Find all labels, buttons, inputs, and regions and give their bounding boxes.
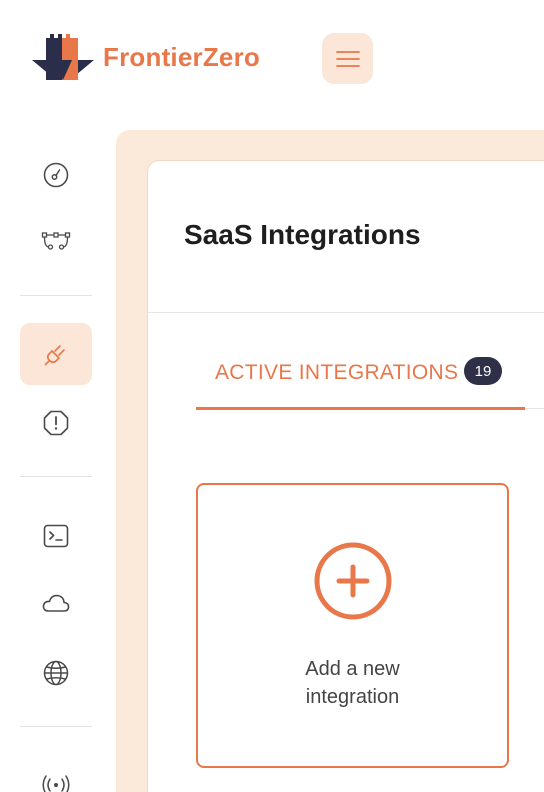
castle-logo-icon: [32, 34, 94, 80]
hamburger-icon: [335, 50, 360, 67]
broadcast-icon: [42, 775, 70, 792]
terminal-icon: [43, 524, 69, 548]
sidebar-divider: [20, 726, 92, 727]
sidebar-item-dashboard[interactable]: [20, 144, 92, 206]
add-integration-label: Add a new integration: [198, 655, 507, 711]
sidebar-item-workflows[interactable]: [20, 210, 92, 272]
sidebar-item-alerts[interactable]: [20, 392, 92, 454]
active-tab-indicator: [196, 407, 525, 410]
add-integration-line2: integration: [305, 686, 400, 708]
brand-name: FrontierZero: [103, 42, 260, 72]
add-integration-line1: Add a new: [305, 658, 400, 680]
sidebar-item-integrations[interactable]: [20, 323, 92, 385]
sidebar-item-terminal[interactable]: [20, 505, 92, 567]
plug-icon: [44, 345, 65, 366]
tab-label: ACTIVE INTEGRATIONS: [215, 361, 459, 384]
plus-circle-icon: [314, 542, 392, 620]
count-badge: 19: [464, 357, 502, 385]
sidebar-item-cloud[interactable]: [20, 573, 92, 635]
sidebar-item-network[interactable]: [20, 642, 92, 704]
sidebar-nav: [0, 130, 112, 792]
tabs-baseline: [525, 408, 544, 409]
add-integration-card[interactable]: Add a new integration: [196, 483, 509, 768]
tab-active-integrations[interactable]: ACTIVE INTEGRATIONS 19: [196, 344, 525, 411]
cloud-icon: [42, 594, 70, 612]
sidebar-divider: [20, 295, 92, 296]
sidebar-divider: [20, 476, 92, 477]
sidebar-item-broadcast[interactable]: [20, 754, 92, 792]
dashboard-gauge-icon: [43, 162, 69, 188]
globe-icon: [43, 660, 69, 686]
brand-logo[interactable]: [32, 30, 94, 82]
alert-octagon-icon: [43, 410, 69, 436]
menu-toggle-button[interactable]: [322, 33, 373, 84]
page-title: SaaS Integrations: [184, 219, 421, 250]
workflow-nodes-icon: [41, 232, 71, 250]
panel-divider: [148, 312, 544, 313]
